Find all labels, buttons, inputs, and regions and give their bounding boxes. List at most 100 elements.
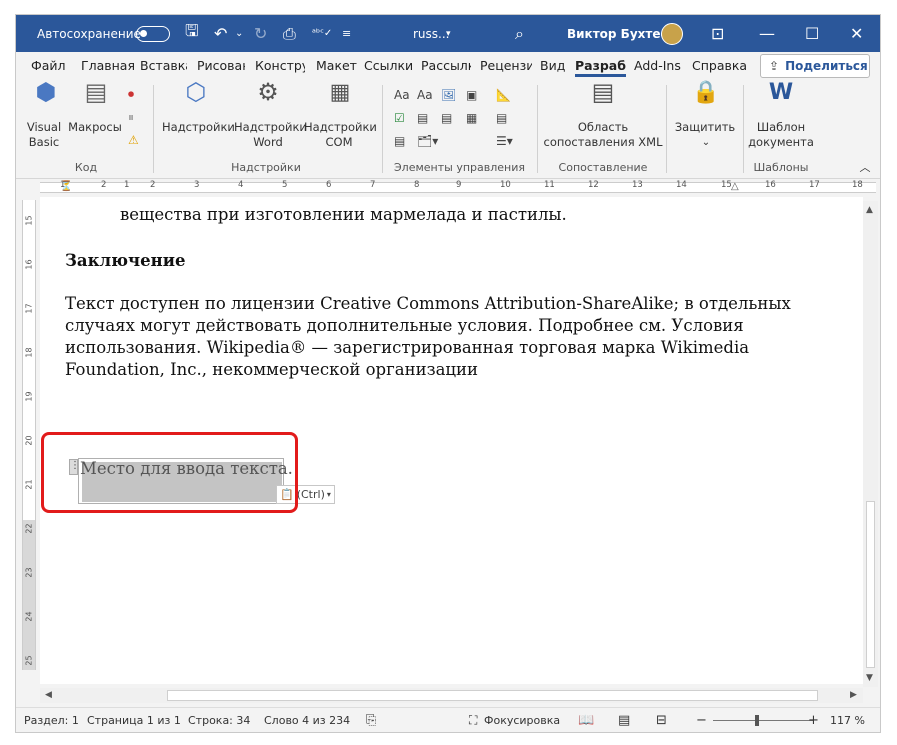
paragraph-line[interactable]: случаях могут действовать дополнительные… — [65, 315, 744, 337]
search-icon[interactable]: ⌕ — [515, 15, 524, 52]
autosave-toggle[interactable] — [136, 15, 170, 52]
touch-mode-icon[interactable]: ⎙ — [283, 15, 296, 52]
design-mode-icon[interactable]: 📐 — [496, 88, 511, 102]
document-template-button[interactable]: Шаблон документа — [746, 120, 816, 150]
legacy-tools-icon[interactable]: 🗂▾ — [417, 134, 438, 148]
focus-button[interactable]: Фокусировка — [484, 708, 560, 732]
tab-view[interactable]: Вид — [540, 52, 565, 80]
save-icon[interactable]: 🖫 — [185, 15, 199, 52]
tab-references[interactable]: Ссылки — [364, 52, 413, 80]
redo-icon[interactable]: ↻ — [254, 15, 267, 52]
web-layout-icon[interactable]: ⊟ — [656, 708, 667, 732]
tab-file[interactable]: Файл — [31, 52, 66, 80]
focus-icon[interactable]: ⛶ — [469, 708, 477, 732]
undo-icon[interactable]: ↶ — [214, 15, 227, 52]
rich-text-control-icon[interactable]: Aa — [394, 88, 410, 102]
paragraph-line[interactable]: Foundation, Inc., некоммерческой организ… — [65, 359, 478, 381]
protect-dropdown-icon[interactable]: ⌄ — [696, 135, 716, 150]
doc-name-dropdown-icon[interactable]: ▾ — [446, 15, 451, 52]
plain-text-control-icon[interactable]: Aa — [417, 88, 433, 102]
scroll-up-icon[interactable]: ▲ — [866, 205, 873, 215]
tab-home[interactable]: Главная — [81, 52, 135, 80]
spelling-icon[interactable]: ᵃᵇᶜ✓ — [312, 15, 332, 52]
vertical-scrollbar[interactable]: ▲ ▼ — [863, 201, 878, 687]
zoom-in-button[interactable]: + — [808, 708, 819, 732]
heading-conclusion[interactable]: Заключение — [65, 250, 185, 272]
date-picker-icon[interactable]: ▦ — [466, 111, 477, 125]
zoom-out-button[interactable]: − — [696, 708, 707, 732]
qat-dropdown-icon[interactable]: ≡ — [342, 15, 351, 52]
record-macro-icon[interactable]: ⏺ — [128, 87, 134, 102]
status-line[interactable]: Строка: 34 — [188, 708, 250, 732]
checkbox-control-icon[interactable]: ☑ — [394, 111, 405, 125]
close-icon[interactable]: ✕ — [850, 15, 863, 52]
macros-icon: ▤ — [84, 78, 108, 106]
scroll-left-icon[interactable]: ◀ — [45, 690, 52, 700]
share-button[interactable]: ⇪ Поделиться — [760, 54, 870, 78]
collapse-ribbon-icon[interactable]: ︿ — [858, 160, 872, 175]
tab-developer[interactable]: Разрабо — [575, 52, 626, 80]
horizontal-ruler[interactable]: 2 1 1 2 3 4 5 6 7 8 9 10 11 12 13 14 15 … — [16, 179, 880, 196]
ruler-number: 1 — [124, 180, 130, 190]
macros-button[interactable]: Макросы — [66, 120, 124, 135]
com-addins-button[interactable]: Надстройки COM — [304, 120, 377, 150]
user-name[interactable]: Виктор Бухтеев — [567, 15, 676, 52]
addins-button[interactable]: Надстройки — [162, 120, 235, 135]
tab-help[interactable]: Справка — [692, 52, 747, 80]
scroll-right-icon[interactable]: ▶ — [850, 690, 857, 700]
maximize-icon[interactable]: ☐ — [805, 15, 819, 52]
group-addins: Надстройки — [231, 161, 301, 174]
vruler-number: 17 — [24, 303, 34, 314]
ribbon-separator — [382, 85, 383, 173]
tab-design[interactable]: Констру — [255, 52, 305, 80]
xml-mapping-button[interactable]: Область сопоставления XML — [543, 120, 663, 150]
tab-review[interactable]: Рецензи — [480, 52, 532, 80]
ribbon-separator — [743, 85, 744, 173]
horizontal-scrollbar[interactable]: ◀ ▶ — [40, 688, 863, 703]
tab-insert[interactable]: Вставка — [140, 52, 187, 80]
undo-dropdown-icon[interactable]: ⌄ — [235, 15, 243, 52]
tab-mailings[interactable]: Рассылк — [421, 52, 471, 80]
visual-basic-button[interactable]: Visual Basic — [24, 120, 64, 150]
zoom-slider[interactable] — [713, 720, 813, 721]
paragraph-line[interactable]: Текст доступен по лицензии Creative Comm… — [65, 293, 791, 315]
combo-box-icon[interactable]: ▤ — [417, 111, 428, 125]
text-line[interactable]: вещества при изготовлении мармелада и па… — [120, 204, 567, 226]
picture-control-icon[interactable]: 🖼 — [441, 88, 456, 102]
zoom-slider-knob[interactable] — [755, 715, 759, 726]
vruler-number: 16 — [24, 259, 34, 270]
tab-layout[interactable]: Макет — [316, 52, 357, 80]
word-addins-button[interactable]: Надстройки Word — [234, 120, 307, 150]
repeating-section-icon[interactable]: ▤ — [394, 134, 405, 148]
properties-icon[interactable]: ▤ — [496, 111, 507, 125]
zoom-level[interactable]: 117 % — [830, 708, 865, 732]
scroll-down-icon[interactable]: ▼ — [866, 673, 873, 683]
tab-draw[interactable]: Рисован — [197, 52, 245, 80]
status-section[interactable]: Раздел: 1 — [24, 708, 79, 732]
dropdown-list-icon[interactable]: ▤ — [441, 111, 452, 125]
print-layout-icon[interactable]: ▤ — [618, 708, 630, 732]
vertical-scroll-thumb[interactable] — [866, 501, 875, 668]
ribbon-separator — [153, 85, 154, 173]
pause-recording-icon[interactable]: ⏸ — [128, 110, 134, 125]
horizontal-scroll-thumb[interactable] — [167, 690, 818, 701]
proofing-icon[interactable]: ⎘ — [366, 708, 376, 732]
vertical-ruler-margin — [23, 520, 35, 670]
document-name[interactable]: russ... — [413, 15, 450, 52]
minimize-icon[interactable]: — — [759, 15, 775, 52]
ribbon-display-icon[interactable]: ⊡ — [711, 15, 724, 52]
paragraph-line[interactable]: использования. Wikipedia® — зарегистриро… — [65, 337, 749, 359]
status-page[interactable]: Страница 1 из 1 — [87, 708, 181, 732]
ruler-number: 11 — [544, 180, 555, 190]
status-word[interactable]: Слово 4 из 234 — [264, 708, 350, 732]
avatar[interactable] — [661, 15, 683, 52]
protect-button[interactable]: Защитить — [671, 120, 739, 135]
vertical-ruler[interactable]: 15 16 17 18 19 20 21 22 23 24 25 — [22, 200, 36, 670]
right-indent-marker-icon[interactable]: △ — [731, 181, 739, 192]
left-indent-marker-icon[interactable]: ⏳ — [60, 181, 72, 192]
building-block-icon[interactable]: ▣ — [466, 88, 477, 102]
macro-security-icon[interactable]: ⚠ — [128, 133, 139, 147]
tab-addins[interactable]: Add-Ins — [634, 52, 681, 80]
group-control-icon[interactable]: ☰▾ — [496, 134, 513, 148]
read-mode-icon[interactable]: 📖 — [578, 708, 594, 732]
